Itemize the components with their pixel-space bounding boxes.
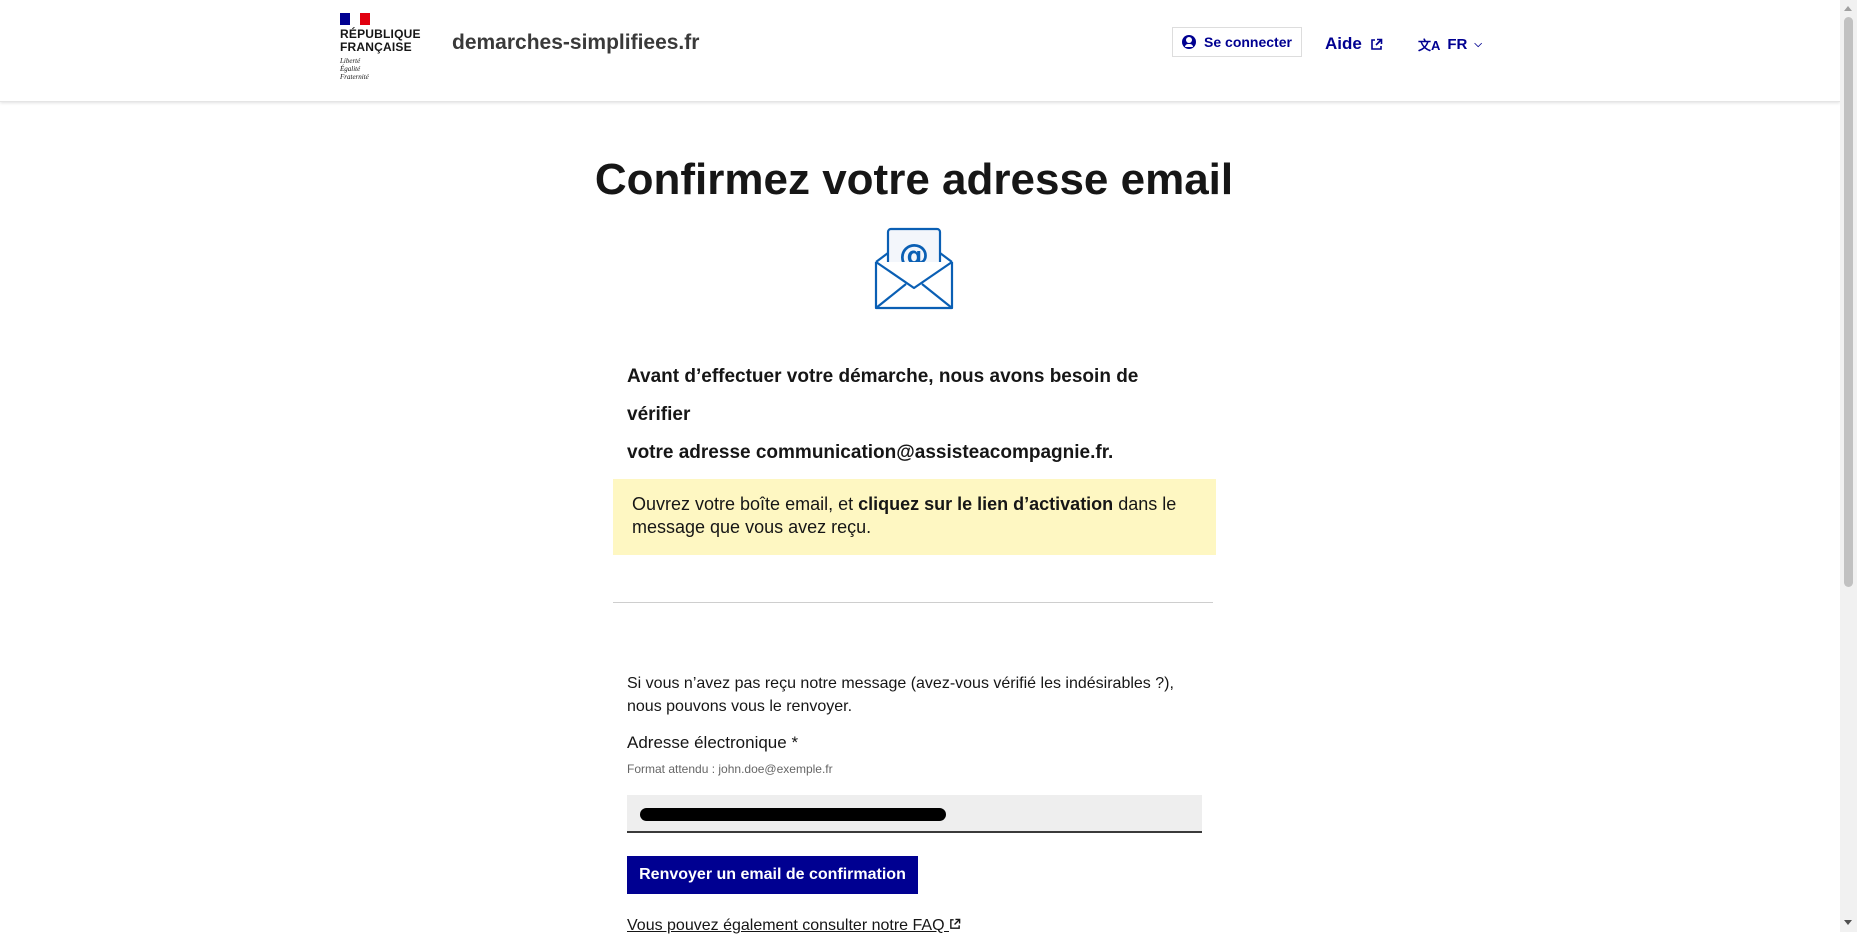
intro-text: Avant d’effectuer votre démarche, nous a…: [627, 358, 1187, 472]
envelope-at-icon: @: [874, 227, 954, 310]
notice-prefix: Ouvrez votre boîte email, et: [632, 494, 859, 514]
faq-link[interactable]: Vous pouvez également consulter notre FA…: [627, 917, 961, 935]
french-flag-icon: [340, 13, 370, 25]
help-link-label: Aide: [1325, 34, 1362, 53]
language-selector[interactable]: 文A FR ⌵: [1418, 35, 1482, 54]
activation-notice: Ouvrez votre boîte email, et cliquez sur…: [613, 479, 1216, 555]
email-field-label: Adresse électronique *: [627, 733, 798, 753]
scrollbar-thumb[interactable]: [1844, 17, 1853, 587]
scroll-up-arrow-icon[interactable]: [1844, 6, 1852, 11]
login-button-label: Se connecter: [1204, 34, 1292, 50]
motto-liberte: Liberté: [340, 57, 361, 65]
chevron-down-icon: ⌵: [1474, 39, 1482, 50]
email-label-text: Adresse électronique: [627, 733, 787, 752]
help-link[interactable]: Aide: [1325, 34, 1383, 54]
external-link-icon: [1371, 38, 1383, 50]
motto-egalite: Égalité: [340, 65, 361, 73]
intro-line-2: votre adresse communication@assisteacomp…: [627, 442, 1114, 463]
faq-link-label: Vous pouvez également consulter notre FA…: [627, 917, 945, 934]
logo-text-line-2: FRANÇAISE: [340, 40, 412, 54]
translate-icon: 文A: [1418, 38, 1441, 53]
resend-explanation: Si vous n’avez pas reçu notre message (a…: [627, 675, 1174, 715]
required-mark: *: [791, 733, 799, 752]
notice-bold-text: cliquez sur le lien d’activation: [858, 494, 1114, 514]
section-divider: [613, 602, 1213, 603]
logo-motto: Liberté Égalité Fraternité: [340, 57, 420, 81]
user-circle-icon: [1182, 35, 1197, 49]
site-header: RÉPUBLIQUE FRANÇAISE Liberté Égalité Fra…: [0, 0, 1840, 102]
republique-francaise-logo[interactable]: RÉPUBLIQUE FRANÇAISE Liberté Égalité Fra…: [340, 13, 420, 81]
intro-line-1: Avant d’effectuer votre démarche, nous a…: [627, 366, 1139, 425]
redaction-mark: [640, 808, 946, 821]
scroll-down-arrow-icon[interactable]: [1844, 920, 1852, 925]
resend-confirmation-button[interactable]: Renvoyer un email de confirmation: [627, 856, 918, 894]
motto-fraternite: Fraternité: [340, 73, 369, 81]
page-title: Confirmez votre adresse email: [594, 155, 1234, 204]
site-name[interactable]: demarches-simplifiees.fr: [452, 31, 699, 55]
email-format-hint: Format attendu : john.doe@exemple.fr: [627, 762, 833, 776]
vertical-scrollbar[interactable]: [1840, 0, 1857, 932]
language-label: FR: [1447, 36, 1468, 53]
external-link-icon: [950, 918, 961, 929]
login-button[interactable]: Se connecter: [1172, 27, 1302, 57]
